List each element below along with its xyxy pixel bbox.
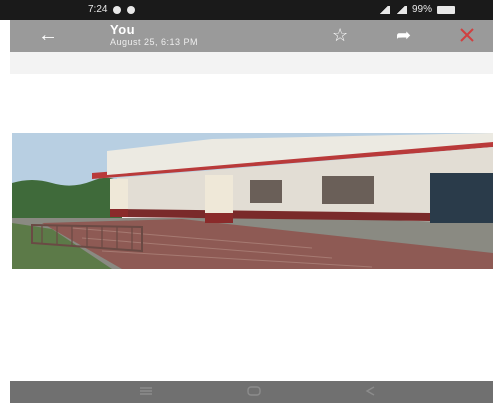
- toolbar-shadow: [10, 52, 493, 74]
- status-bar: 7:24 99%: [0, 0, 493, 20]
- battery-icon: [437, 5, 455, 14]
- notification-icon-2: [127, 5, 136, 14]
- sender-title: You: [110, 22, 136, 37]
- back-arrow-icon[interactable]: ←: [38, 24, 58, 46]
- signal-icon-2: [394, 5, 407, 14]
- shared-photo[interactable]: [12, 133, 493, 269]
- recents-icon[interactable]: [138, 385, 154, 397]
- signal-icon: [377, 5, 390, 14]
- star-icon[interactable]: ☆: [332, 24, 348, 46]
- battery-percent: 99%: [411, 4, 432, 15]
- notification-icon: [113, 5, 122, 14]
- viewer-toolbar: ← You August 25, 6:13 PM ☆ ➦: [10, 20, 493, 52]
- back-nav-icon[interactable]: [362, 385, 378, 397]
- system-nav-bar: [10, 381, 493, 403]
- timestamp-subtitle: August 25, 6:13 PM: [110, 37, 199, 47]
- share-icon[interactable]: ➦: [396, 24, 411, 46]
- tools-icon[interactable]: [458, 26, 476, 44]
- home-icon[interactable]: [246, 385, 262, 397]
- status-time: 7:24: [88, 4, 108, 15]
